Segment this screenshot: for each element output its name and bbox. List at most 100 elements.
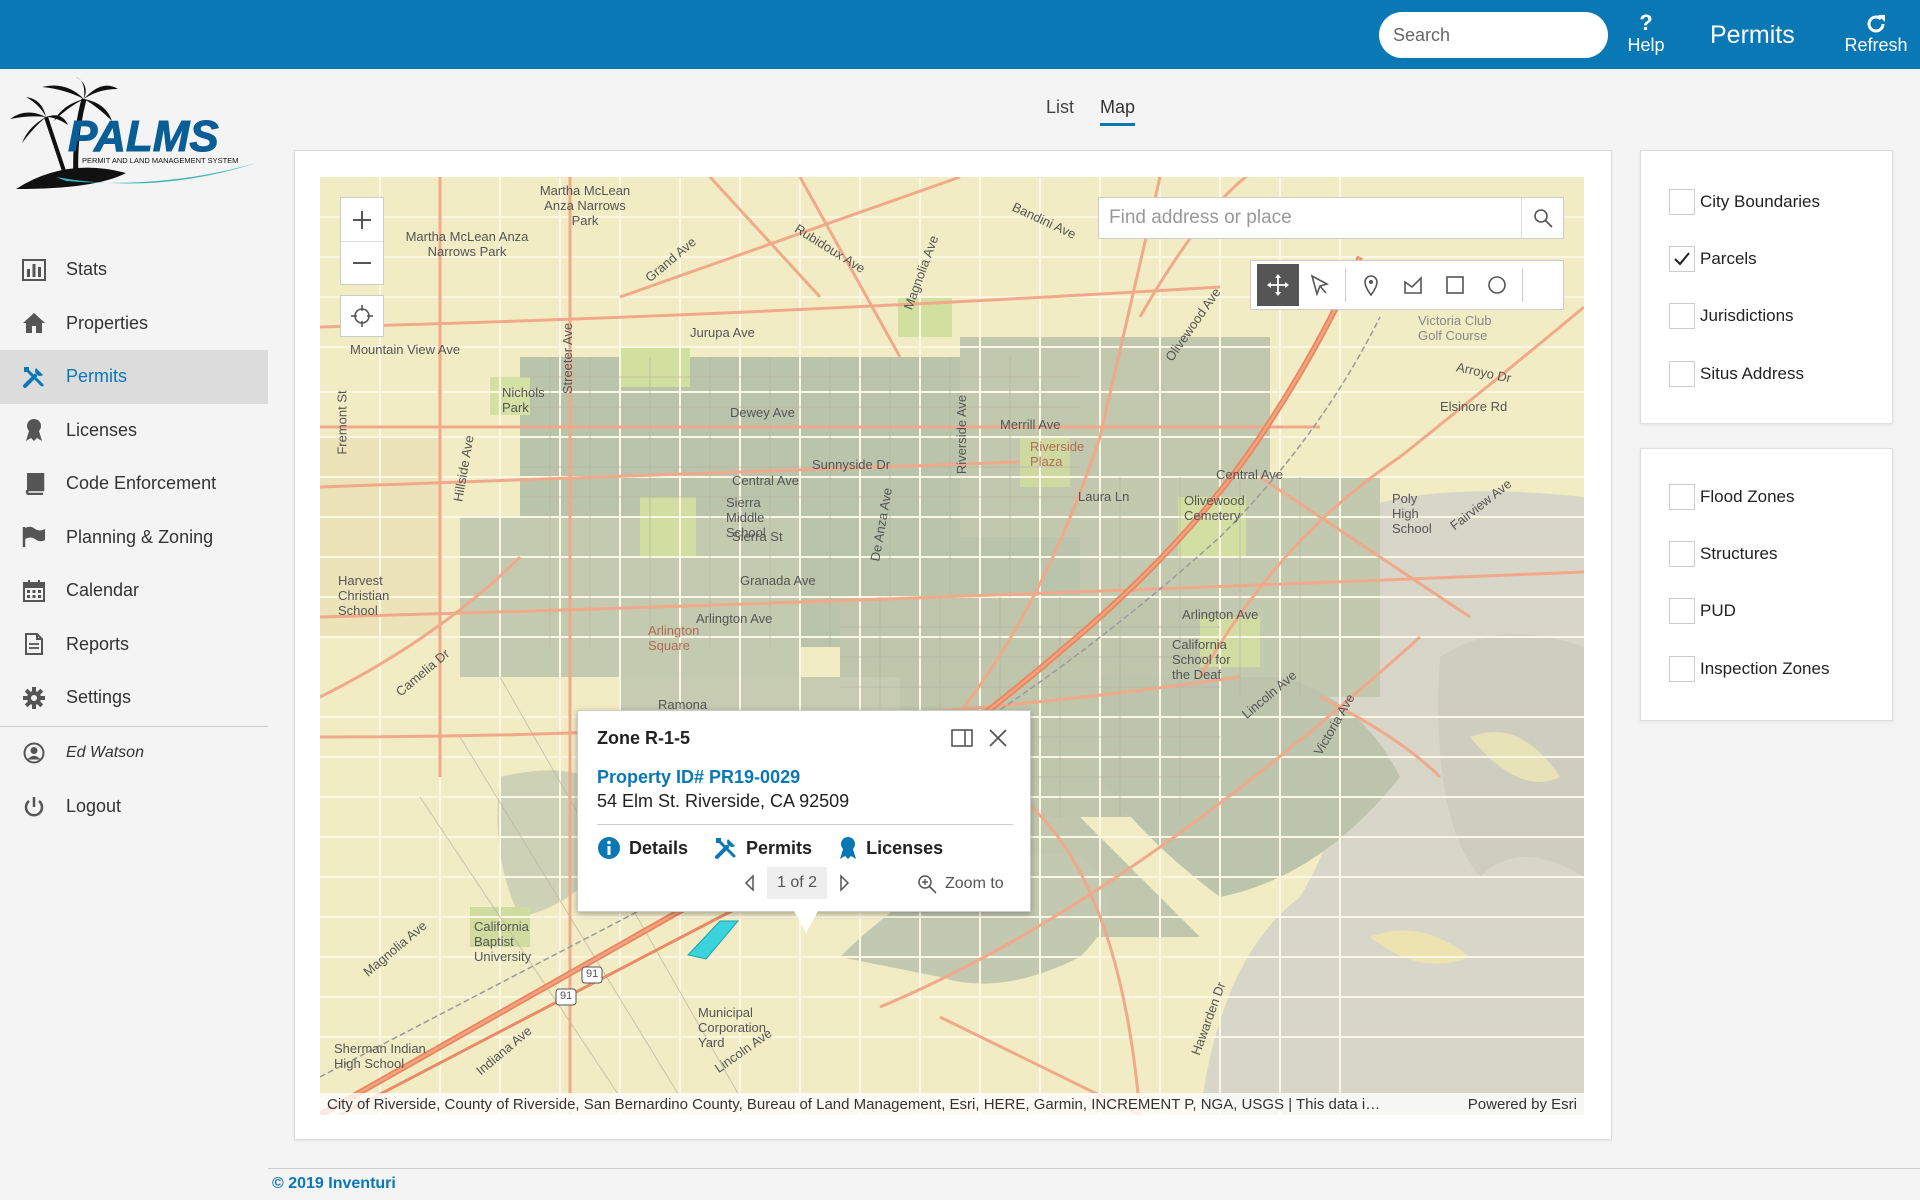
select-tool-button[interactable] [1299, 264, 1341, 306]
locate-button[interactable] [340, 295, 384, 337]
popup-title: Zone R-1-5 [597, 728, 691, 748]
sidebar-item-logout[interactable]: Logout [0, 780, 268, 834]
sidebar-item-planning-zoning[interactable]: Planning & Zoning [0, 511, 268, 565]
tab-list[interactable]: List [1046, 97, 1074, 126]
layer-jurisdictions[interactable]: Jurisdictions [1669, 303, 1794, 329]
layer-checkbox[interactable] [1669, 361, 1695, 387]
popup-pager: 1 of 2 [743, 867, 851, 899]
zoom-in-button[interactable] [341, 198, 383, 241]
map-search-button[interactable] [1521, 198, 1563, 238]
close-icon[interactable] [987, 727, 1009, 749]
draw-toolbar [1250, 260, 1564, 310]
layer-parcels[interactable]: Parcels [1669, 246, 1757, 272]
chevron-right-icon[interactable] [837, 874, 851, 892]
circle-tool-button[interactable] [1476, 264, 1518, 306]
attribution-text[interactable]: City of Riverside, County of Riverside, … [327, 1096, 1380, 1113]
sidebar-item-reports[interactable]: Reports [0, 618, 268, 672]
global-search-input[interactable] [1393, 24, 1625, 46]
permits-action[interactable]: Permits [714, 836, 812, 860]
zoom-to-label: Zoom to [945, 875, 1004, 892]
map-label: Riverside Plaza [1030, 439, 1085, 469]
home-icon [23, 313, 45, 334]
details-action[interactable]: Details [597, 836, 688, 860]
layer-label: Inspection Zones [1700, 659, 1830, 678]
layer-panel-primary: City Boundaries Parcels Jurisdictions Si… [1640, 150, 1893, 424]
map-view[interactable]: Martha McLean Anza Narrows Park Martha M… [320, 177, 1584, 1115]
layer-city-boundaries[interactable]: City Boundaries [1669, 189, 1820, 215]
powered-by[interactable]: Powered by Esri [1468, 1096, 1577, 1113]
map-label: Arlington Square [648, 623, 700, 653]
refresh-button[interactable]: Refresh [1840, 12, 1912, 54]
dock-icon[interactable] [951, 728, 973, 748]
search-icon [1533, 209, 1553, 228]
point-tool-button[interactable] [1350, 264, 1392, 306]
tab-map[interactable]: Map [1100, 97, 1136, 126]
rectangle-tool-button[interactable] [1434, 264, 1476, 306]
rectangle-icon [1446, 276, 1464, 294]
polygon-tool-button[interactable] [1392, 264, 1434, 306]
layer-checkbox[interactable] [1669, 246, 1695, 272]
map-label: Central Ave [1216, 467, 1283, 482]
map-label: Streeter Ave [560, 322, 576, 395]
chevron-left-icon[interactable] [743, 874, 757, 892]
popup-pointer [794, 911, 818, 933]
pan-tool-button[interactable] [1257, 264, 1299, 306]
layer-situs-address[interactable]: Situs Address [1669, 361, 1804, 387]
layer-label: Jurisdictions [1700, 306, 1794, 325]
zoom-to-button[interactable]: Zoom to [917, 874, 1004, 894]
licenses-action[interactable]: Licenses [838, 836, 943, 860]
map-label: Arlington Ave [1182, 607, 1259, 622]
map-label: Nichols Park [502, 385, 545, 415]
permits-label: Permits [746, 837, 813, 858]
map-label: Victoria Club Golf Course [1418, 313, 1492, 343]
palms-logo: PALMS PERMIT AND LAND MANAGEMENT SYSTEM [10, 77, 256, 189]
sidebar-item-code-enforcement[interactable]: Code Enforcement [0, 457, 268, 511]
map-label: Olivewood Cemetery [1184, 493, 1245, 523]
sidebar-item-label: Settings [66, 687, 132, 708]
sidebar-item-label: Planning & Zoning [66, 526, 214, 547]
sidebar-item-properties[interactable]: Properties [0, 297, 268, 351]
global-search[interactable] [1379, 12, 1625, 58]
layer-label: Structures [1700, 544, 1778, 563]
layer-structures[interactable]: Structures [1669, 541, 1777, 567]
layer-checkbox[interactable] [1669, 303, 1695, 329]
layer-inspection-zones[interactable]: Inspection Zones [1669, 656, 1829, 682]
sidebar-item-user[interactable]: Ed Watson [0, 727, 268, 781]
sidebar-item-permits[interactable]: Permits [0, 350, 268, 404]
layer-checkbox[interactable] [1669, 598, 1695, 624]
sidebar-item-settings[interactable]: Settings [0, 671, 268, 725]
move-icon [1267, 274, 1289, 296]
book-icon [25, 472, 45, 495]
sidebar-item-label: Stats [66, 259, 108, 280]
refresh-label: Refresh [1844, 35, 1908, 55]
footer-divider [268, 1168, 1920, 1169]
layer-flood-zones[interactable]: Flood Zones [1669, 484, 1795, 510]
sidebar-item-label: Properties [66, 312, 149, 333]
map-label: Central Ave [732, 473, 799, 488]
layer-checkbox[interactable] [1669, 541, 1695, 567]
ribbon-icon [840, 837, 857, 859]
layer-checkbox[interactable] [1669, 189, 1695, 215]
zoom-out-button[interactable] [341, 241, 383, 284]
layer-checkbox[interactable] [1669, 484, 1695, 510]
map-label: Laura Ln [1078, 489, 1130, 504]
page-title: Permits [1710, 21, 1795, 49]
map-search-input[interactable] [1099, 198, 1521, 238]
help-button[interactable]: ? Help [1624, 12, 1668, 55]
layer-checkbox[interactable] [1669, 656, 1695, 682]
zoom-in-icon [918, 875, 937, 894]
sidebar-item-label: Reports [66, 633, 130, 654]
sidebar-item-licenses[interactable]: Licenses [0, 404, 268, 458]
polygon-icon [1404, 276, 1422, 294]
layer-pud[interactable]: PUD [1669, 598, 1736, 624]
sidebar-item-stats[interactable]: Stats [0, 243, 268, 297]
sidebar-item-calendar[interactable]: Calendar [0, 564, 268, 618]
property-id-link[interactable]: Property ID# PR19-0029 [597, 767, 800, 788]
sidebar-item-label: Code Enforcement [66, 473, 217, 494]
map-label: Mountain View Ave [350, 342, 461, 357]
map-label: 91 [586, 968, 599, 980]
sidebar-item-label: Licenses [66, 419, 138, 440]
map-label: Martha McLean Anza Narrows Park [405, 229, 529, 259]
circle-icon [1488, 276, 1506, 294]
map-label: Sierra St [732, 529, 783, 544]
